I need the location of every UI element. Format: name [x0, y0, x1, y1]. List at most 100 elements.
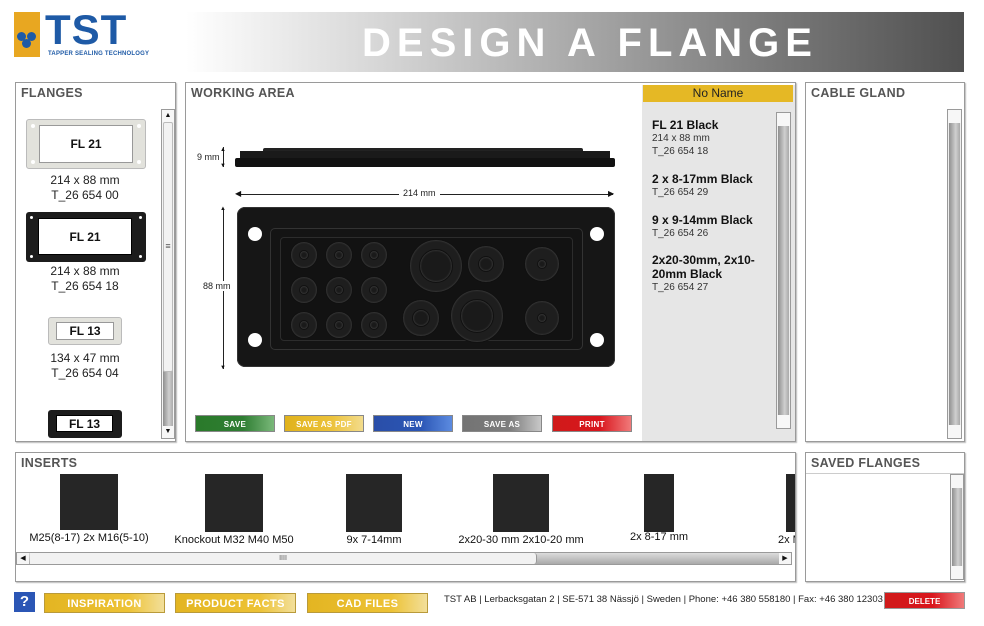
- flange-item[interactable]: FL 21 214 x 88 mm T_26 654 18: [26, 212, 146, 294]
- gland-ring-icon: [524, 300, 560, 336]
- gland-ring-icon: [290, 311, 318, 339]
- gland-ring-icon: [409, 239, 463, 293]
- insert-partial-icon: [786, 474, 795, 532]
- scroll-down-button[interactable]: [777, 415, 790, 428]
- flange-fl21-grey-icon: FL 21: [26, 119, 146, 169]
- scroll-up-button[interactable]: [777, 113, 790, 126]
- inserts-scrollbar[interactable]: ◀ IIII ▶: [16, 552, 792, 565]
- flanges-scrollbar[interactable]: ▲ ≡ ▼: [161, 109, 175, 439]
- save-button[interactable]: SAVE: [195, 415, 275, 432]
- flange-front-view[interactable]: [237, 207, 615, 367]
- cable-gland-panel: CABLE GLAND: [805, 82, 965, 442]
- flange-fl13-black-icon: FL 13: [48, 410, 122, 438]
- product-facts-button[interactable]: PRODUCT FACTS: [175, 593, 296, 613]
- flange-item[interactable]: FL 21 214 x 88 mm T_26 654 00: [26, 119, 146, 203]
- flanges-panel: FLANGES FL 21 214 x 88 mm T_26 654 00 FL…: [15, 82, 176, 442]
- design-item: 9 x 9-14mm Black T_26 654 26: [652, 213, 753, 239]
- print-button[interactable]: PRINT: [552, 415, 632, 432]
- flange-fl21-black-icon: FL 21: [26, 212, 146, 262]
- insert-slots: [280, 237, 573, 343]
- flange-size: 134 x 47 mm: [50, 351, 120, 365]
- inserts-title: INSERTS: [21, 456, 78, 470]
- gland-ring-icon: [450, 289, 504, 343]
- design-info-scrollbar[interactable]: [776, 112, 791, 429]
- thickness-label: 9 mm: [197, 152, 220, 162]
- saved-flanges-scrollbar[interactable]: [950, 474, 964, 580]
- flange-code: T_26 654 18: [51, 279, 119, 293]
- flange-item[interactable]: FL 13: [26, 410, 144, 438]
- height-label: 88 mm: [203, 281, 231, 291]
- tst-logo[interactable]: TST TAPPER SEALING TECHNOLOGY: [14, 6, 149, 60]
- insert-label: 2x 8-17 mm: [629, 531, 689, 543]
- scroll-right-icon[interactable]: ▶: [779, 553, 791, 564]
- insert-item[interactable]: 2x20-30 mm 2x10-20 mm: [441, 474, 601, 546]
- gland-ring-icon: [360, 311, 388, 339]
- insert-item[interactable]: Knockout M32 M40 M50: [154, 474, 314, 546]
- working-area-title: WORKING AREA: [191, 86, 295, 100]
- flange-side-view: [235, 148, 615, 168]
- flange-size: 214 x 88 mm: [50, 264, 120, 278]
- cad-files-button[interactable]: CAD FILES: [307, 593, 428, 613]
- gland-ring-icon: [360, 276, 388, 304]
- scroll-down-icon[interactable]: ▼: [162, 426, 174, 438]
- insert-2x-icon: [644, 474, 674, 532]
- page-banner: DESIGN A FLANGE: [186, 12, 964, 72]
- insert-item[interactable]: 2x M20: [716, 474, 795, 546]
- logo-text: TST: [45, 6, 128, 53]
- width-label: 214 mm: [399, 188, 440, 198]
- logo-subtitle: TAPPER SEALING TECHNOLOGY: [48, 51, 150, 57]
- page-title: DESIGN A FLANGE: [362, 21, 818, 65]
- saved-flanges-panel: SAVED FLANGES: [805, 452, 965, 582]
- scroll-up-button[interactable]: [951, 475, 963, 488]
- flange-code: T_26 654 04: [51, 366, 119, 380]
- insert-label: Knockout M32 M40 M50: [174, 534, 294, 546]
- insert-4-hole-icon: [493, 474, 549, 532]
- flange-item[interactable]: FL 13 134 x 47 mm T_26 654 04: [26, 317, 144, 381]
- insert-knockout-icon: [205, 474, 263, 532]
- insert-label: 2x20-30 mm 2x10-20 mm: [458, 534, 584, 546]
- scroll-up-icon[interactable]: ▲: [162, 110, 174, 122]
- working-area-panel: WORKING AREA 9 mm ▲ ▼ ◀ ▶ 214 mm ▲ ▼ 88 …: [185, 82, 796, 442]
- gland-ring-icon: [290, 241, 318, 269]
- design-info-panel: No Name FL 21 Black 214 x 88 mm T_26 654…: [642, 85, 795, 441]
- gland-ring-icon: [402, 299, 440, 337]
- saved-flanges-title: SAVED FLANGES: [811, 456, 921, 470]
- help-button[interactable]: ?: [14, 592, 35, 612]
- insert-m25-m16-icon: [60, 474, 118, 530]
- cable-gland-scrollbar[interactable]: [947, 109, 962, 439]
- flanges-title: FLANGES: [21, 86, 83, 100]
- gland-ring-icon: [524, 246, 560, 282]
- gland-ring-icon: [325, 276, 353, 304]
- gland-ring-icon: [290, 276, 318, 304]
- design-item: FL 21 Black 214 x 88 mm T_26 654 18: [652, 118, 719, 157]
- insert-label: 9x 7-14mm: [346, 534, 402, 546]
- gland-ring-icon: [467, 245, 505, 283]
- scroll-down-button[interactable]: [951, 566, 963, 579]
- cable-gland-title: CABLE GLAND: [811, 86, 906, 100]
- inspiration-button[interactable]: INSPIRATION: [44, 593, 165, 613]
- scroll-up-button[interactable]: [948, 110, 961, 123]
- insert-label: M25(8-17) 2x M16(5-10): [29, 532, 149, 544]
- flange-size: 214 x 88 mm: [50, 173, 120, 187]
- logo-emblem-icon: [14, 12, 40, 57]
- design-item: 2 x 8-17mm Black T_26 654 29: [652, 172, 753, 198]
- scroll-thumb[interactable]: ≡: [163, 122, 173, 372]
- insert-item[interactable]: M25(8-17) 2x M16(5-10): [16, 474, 169, 544]
- design-name[interactable]: No Name: [643, 85, 793, 102]
- save-as-button[interactable]: SAVE AS: [462, 415, 542, 432]
- insert-label: 2x M20: [777, 534, 795, 546]
- insert-9x-icon: [346, 474, 402, 532]
- delete-button[interactable]: DELETE: [884, 592, 965, 609]
- insert-item[interactable]: 2x 8-17 mm: [579, 474, 739, 543]
- gland-ring-icon: [360, 241, 388, 269]
- flange-fl13-grey-icon: FL 13: [48, 317, 122, 345]
- save-as-pdf-button[interactable]: SAVE AS PDF: [284, 415, 364, 432]
- scroll-thumb[interactable]: IIII: [30, 553, 537, 564]
- gland-ring-icon: [325, 311, 353, 339]
- new-button[interactable]: NEW: [373, 415, 453, 432]
- insert-item[interactable]: 9x 7-14mm: [294, 474, 454, 546]
- gland-ring-icon: [325, 241, 353, 269]
- scroll-down-button[interactable]: [948, 425, 961, 438]
- scroll-left-icon[interactable]: ◀: [17, 553, 29, 564]
- company-contact-info: TST AB | Lerbacksgatan 2 | SE-571 38 Näs…: [444, 594, 883, 605]
